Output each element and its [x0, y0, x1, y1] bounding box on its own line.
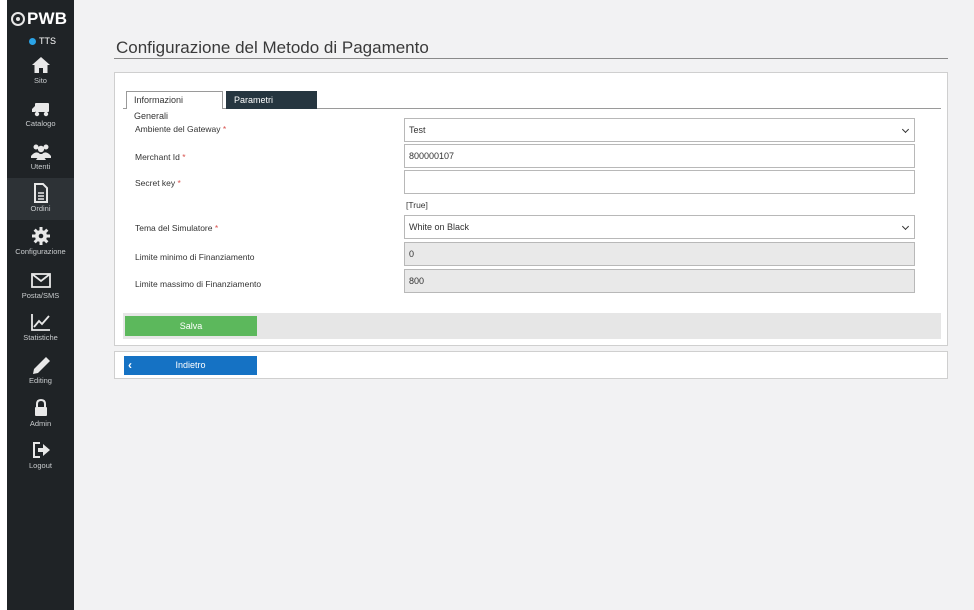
- secret-label: Secret key *: [135, 178, 181, 188]
- sidebar-item-sito[interactable]: Sito: [7, 50, 74, 92]
- tab-informazioni-generali[interactable]: Informazioni Generali: [126, 91, 223, 121]
- secret-key-note: [True]: [406, 200, 428, 210]
- pwb-logo-icon: [11, 12, 25, 26]
- sidebar-item-label: Posta/SMS: [21, 291, 60, 300]
- sidebar-item-label: Configurazione: [15, 247, 66, 256]
- tema-label: Tema del Simulatore *: [135, 223, 219, 233]
- main-content: Configurazione del Metodo di Pagamento I…: [74, 0, 974, 610]
- page-title: Configurazione del Metodo di Pagamento: [116, 38, 429, 57]
- status-indicator: TTS: [29, 36, 56, 46]
- secret-key-input[interactable]: [404, 170, 915, 194]
- save-bar: Salva: [123, 313, 941, 339]
- gear-icon: [31, 227, 50, 245]
- sidebar-item-label: Editing: [29, 376, 52, 385]
- sidebar-item-statistiche[interactable]: Statistiche: [7, 307, 74, 349]
- limite-minimo-label: Limite minimo di Finanziamento: [135, 252, 255, 262]
- envelope-icon: [30, 273, 51, 288]
- sidebar-item-admin[interactable]: Admin: [7, 393, 74, 435]
- document-icon: [33, 183, 48, 203]
- save-button[interactable]: Salva: [125, 316, 257, 336]
- truck-icon: [31, 103, 49, 117]
- limite-minimo-input: 0: [404, 242, 915, 266]
- sidebar-item-label: Admin: [29, 419, 52, 428]
- limite-massimo-label: Limite massimo di Finanziamento: [135, 279, 262, 289]
- sidebar-item-ordini[interactable]: Ordini: [7, 178, 74, 220]
- sign-out-icon: [32, 442, 50, 458]
- form-panel: Informazioni Generali Parametri Gateway …: [114, 72, 948, 346]
- brand-logo[interactable]: PWB: [11, 9, 73, 29]
- status-label: TTS: [39, 36, 56, 46]
- sidebar-item-label: Utenti: [30, 162, 51, 171]
- limite-massimo-value: 800: [409, 276, 425, 286]
- back-panel: ‹ Indietro: [114, 351, 948, 379]
- sidebar-item-logout[interactable]: Logout: [7, 435, 74, 477]
- sidebar-item-editing[interactable]: Editing: [7, 350, 74, 392]
- chart-line-icon: [30, 314, 50, 331]
- ambiente-value: Test: [409, 125, 426, 135]
- back-button[interactable]: ‹ Indietro: [124, 356, 257, 375]
- lock-icon: [34, 398, 47, 416]
- pencil-icon: [32, 357, 50, 374]
- home-icon: [31, 57, 50, 73]
- tema-value: White on Black: [409, 222, 470, 232]
- back-button-label: Indietro: [175, 360, 206, 370]
- tab-bar: Informazioni Generali Parametri Gateway: [123, 91, 941, 121]
- ambiente-select[interactable]: Test: [404, 118, 915, 142]
- merchant-label: Merchant Id *: [135, 152, 186, 162]
- sidebar: PWB TTS Sito Catalogo Utenti Ordini Conf…: [7, 0, 74, 610]
- tab-parametri-gateway[interactable]: Parametri Gateway: [226, 91, 317, 121]
- status-dot-icon: [29, 37, 36, 45]
- sidebar-item-label: Catalogo: [25, 119, 56, 128]
- title-divider: [114, 58, 948, 59]
- brand-name: PWB: [27, 9, 68, 28]
- sidebar-item-catalogo[interactable]: Catalogo: [7, 93, 74, 135]
- limite-massimo-input: 800: [404, 269, 915, 293]
- sidebar-item-label: Logout: [29, 461, 52, 470]
- users-icon: [30, 144, 51, 160]
- sidebar-item-posta-sms[interactable]: Posta/SMS: [7, 265, 74, 307]
- ambiente-label: Ambiente del Gateway *: [135, 124, 227, 134]
- sidebar-item-configurazione[interactable]: Configurazione: [7, 221, 74, 263]
- merchant-id-input[interactable]: 800000107: [404, 144, 915, 168]
- sidebar-item-label: Sito: [34, 76, 47, 85]
- tema-select[interactable]: White on Black: [404, 215, 915, 239]
- sidebar-item-utenti[interactable]: Utenti: [7, 136, 74, 178]
- sidebar-item-label: Ordini: [30, 204, 51, 213]
- limite-minimo-value: 0: [409, 249, 415, 259]
- merchant-id-value: 800000107: [409, 151, 455, 161]
- sidebar-item-label: Statistiche: [23, 333, 58, 342]
